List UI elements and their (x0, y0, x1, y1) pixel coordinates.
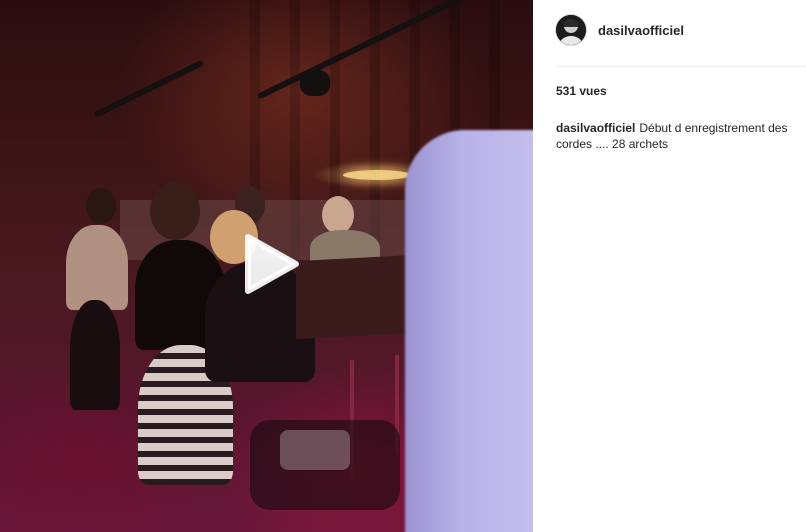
music-stand (296, 254, 414, 340)
microphone (300, 70, 330, 96)
post-sidebar: dasilvaofficiel 531 vues dasilvaofficiel… (533, 0, 806, 532)
musician-head (322, 196, 354, 234)
avatar-image (556, 15, 586, 45)
equipment (280, 430, 350, 470)
view-count: 531 vues (556, 84, 607, 98)
ceiling-lamp (343, 170, 411, 180)
musician-legs (70, 300, 120, 410)
avatar[interactable] (555, 14, 587, 46)
post-header: dasilvaofficiel (555, 12, 806, 67)
foreground-person (405, 130, 533, 532)
username-link[interactable]: dasilvaofficiel (598, 23, 684, 38)
musician (66, 225, 128, 310)
caption-username-link[interactable]: dasilvaofficiel (556, 121, 635, 135)
post-caption: dasilvaofficiel Début d enregistrement de… (556, 120, 806, 152)
post-video[interactable] (0, 0, 533, 532)
play-icon[interactable] (242, 233, 300, 295)
mic-boom (93, 59, 205, 118)
musician-head (150, 182, 200, 240)
musician-head (86, 188, 116, 224)
